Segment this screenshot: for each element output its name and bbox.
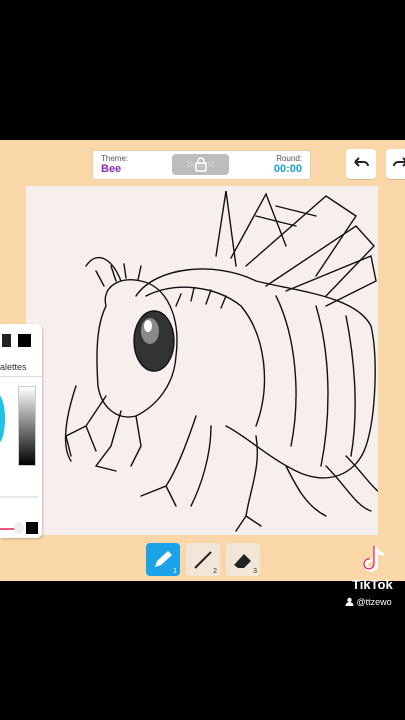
lock-icon bbox=[195, 157, 207, 172]
drawing-canvas[interactable] bbox=[26, 186, 378, 535]
redo-icon bbox=[393, 157, 405, 167]
top-bar: Theme: Bee Submit Round: 00:00 bbox=[92, 150, 311, 180]
palettes-label: alettes bbox=[0, 362, 27, 372]
tool-number: 3 bbox=[253, 568, 257, 575]
round-timer: 00:00 bbox=[273, 163, 302, 175]
round-label: Round: bbox=[276, 154, 302, 163]
theme-value: Bee bbox=[101, 163, 122, 175]
current-color-swatch[interactable] bbox=[26, 522, 38, 534]
bee-drawing bbox=[64, 190, 378, 532]
tool-number: 2 bbox=[213, 568, 217, 575]
divider bbox=[0, 376, 42, 377]
submit-button[interactable]: Submit bbox=[172, 154, 229, 175]
opacity-handle[interactable] bbox=[14, 522, 24, 534]
undo-button[interactable] bbox=[346, 149, 376, 179]
undo-icon bbox=[354, 157, 369, 167]
palette-panel: alettes bbox=[0, 324, 42, 538]
pencil-tool[interactable]: 1 bbox=[146, 543, 180, 576]
color-wheel[interactable] bbox=[0, 394, 5, 444]
creator-handle-text: @ttzewo bbox=[356, 597, 392, 607]
creator-handle: @ttzewo bbox=[345, 597, 392, 607]
tiktok-logo bbox=[362, 543, 388, 576]
redo-button[interactable] bbox=[386, 149, 405, 179]
tiktok-note-icon bbox=[363, 546, 385, 572]
brightness-slider[interactable] bbox=[18, 386, 36, 466]
user-icon bbox=[345, 597, 354, 606]
drawing-game-app: Theme: Bee Submit Round: 00:00 alettes 1… bbox=[0, 140, 405, 581]
theme-label: Theme: bbox=[101, 154, 129, 163]
tool-number: 1 bbox=[173, 568, 177, 575]
palette-swatch[interactable] bbox=[18, 334, 31, 347]
palette-swatch[interactable] bbox=[2, 334, 11, 347]
line-tool[interactable]: 2 bbox=[186, 543, 220, 576]
size-slider[interactable] bbox=[0, 496, 38, 498]
tiktok-watermark: TikTok bbox=[352, 577, 393, 592]
eraser-tool[interactable]: 3 bbox=[226, 543, 260, 576]
